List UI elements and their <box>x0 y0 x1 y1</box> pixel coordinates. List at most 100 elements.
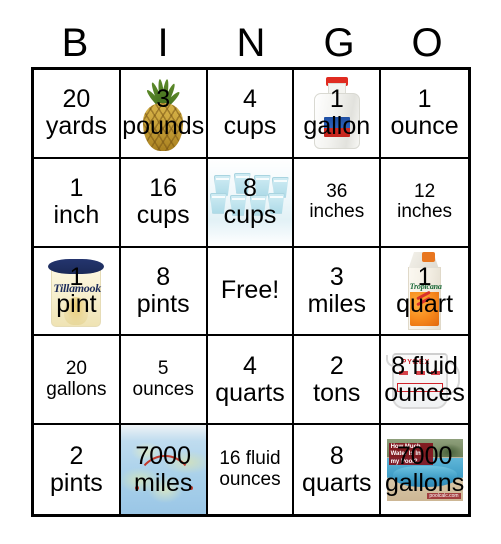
bingo-cell-text: 7000 gallons <box>383 441 466 497</box>
bingo-cell[interactable]: 3 pounds <box>120 70 208 159</box>
bingo-cell-number: 36 <box>326 180 348 202</box>
bingo-cell[interactable]: How Much Water Is In my Pool? poolcalc.co… <box>381 425 468 514</box>
bingo-cell-number: 8 <box>329 441 344 470</box>
bingo-cell-unit: inch <box>53 201 100 230</box>
bingo-cell[interactable]: Tillamook 1 pint <box>34 247 121 337</box>
bingo-cell[interactable]: 4 cups <box>207 70 295 159</box>
bingo-cell-unit: quarts <box>302 468 372 497</box>
bingo-header: BINGO <box>31 18 471 67</box>
bingo-cell-text: 20 yards <box>44 86 109 140</box>
bingo-cell-unit: ounces <box>132 378 194 400</box>
bingo-cell-number: 8 <box>243 174 257 203</box>
bingo-cell-text: 8 pints <box>135 262 192 318</box>
bingo-cell-number: 12 <box>414 180 436 202</box>
bingo-cell-number: 16 <box>149 174 178 203</box>
bingo-cell-unit: cups <box>223 201 277 230</box>
bingo-cell[interactable]: 1 inch <box>34 158 121 248</box>
bingo-cell[interactable]: 1 ounce <box>381 70 468 159</box>
bingo-cell-text: 1 ounce <box>389 86 461 140</box>
bingo-cell-unit: inches <box>309 201 365 223</box>
bingo-cell[interactable]: 20 gallons <box>34 336 121 426</box>
bingo-cell[interactable]: PYREX 8 fluid ounces <box>381 336 468 426</box>
bingo-cell-unit: quart <box>396 289 454 318</box>
bingo-cell-unit: miles <box>307 289 366 318</box>
bingo-cell-unit: ounces <box>384 378 465 407</box>
bingo-cell[interactable]: 20 yards <box>34 70 121 159</box>
bingo-cell[interactable]: 5 ounces <box>120 336 208 426</box>
bingo-header-letter-b: B <box>61 20 89 65</box>
bingo-cell-unit: miles <box>134 468 193 497</box>
bingo-cell-number: 3 <box>156 85 171 114</box>
bingo-cell[interactable]: 8 pints <box>120 247 208 337</box>
bingo-cell-text: 8 quarts <box>300 441 373 497</box>
bingo-cell-unit: ounce <box>390 112 459 141</box>
bingo-cell-number: 3 <box>329 262 344 291</box>
bingo-cell-unit: cups <box>136 201 190 230</box>
bingo-cell[interactable]: 16 cups <box>120 158 208 248</box>
bingo-cell-unit: yards <box>45 112 107 141</box>
bingo-cell[interactable]: 1 gallon <box>294 70 382 159</box>
bingo-cell-text: 1 gallon <box>301 86 372 140</box>
bingo-cell-free[interactable]: Free! <box>207 247 295 337</box>
bingo-cell-unit: pints <box>49 468 103 497</box>
bingo-cell[interactable]: 7000 miles <box>120 425 208 514</box>
bingo-cell-unit: cups <box>223 112 277 141</box>
bingo-cell-text: 1 quart <box>394 262 455 318</box>
bingo-cell[interactable]: 16 fluid ounces <box>207 425 295 514</box>
bingo-cell-text: Free! <box>219 277 281 304</box>
bingo-cell[interactable]: 2 pints <box>34 425 121 514</box>
bingo-cell[interactable]: 12 inches <box>381 158 468 248</box>
bingo-cell-unit: pint <box>56 289 97 318</box>
bingo-cell-unit: tons <box>313 378 361 407</box>
bingo-cell-unit: quarts <box>215 378 285 407</box>
bingo-cell-unit: ounces <box>219 468 281 490</box>
bingo-cell[interactable]: Tropicana 1 quart <box>381 247 468 337</box>
bingo-cell-text: 12 inches <box>395 180 454 223</box>
bingo-cell[interactable]: 2 tons <box>294 336 382 426</box>
bingo-cell-text: 1 pint <box>54 262 98 318</box>
bingo-cell-text: 2 tons <box>311 352 362 407</box>
free-space-label: Free! <box>220 276 280 305</box>
bingo-cell-text: 4 quarts <box>213 352 286 407</box>
bingo-cell-number: 7000 <box>135 441 191 470</box>
bingo-cell[interactable]: 36 inches <box>294 158 382 248</box>
bingo-cell-text: 16 cups <box>135 175 192 229</box>
bingo-cell-unit: inches <box>397 201 453 223</box>
bingo-cell-number: 7000 <box>396 441 453 470</box>
bingo-header-letter-g: G <box>323 20 355 65</box>
bingo-cell-text: 5 ounces <box>131 359 196 400</box>
bingo-cell-text: 2 pints <box>48 442 105 497</box>
bingo-cell-text: 4 cups <box>222 86 279 140</box>
bingo-cell[interactable]: 8 cups <box>207 158 295 248</box>
bingo-cell-number: 8 fluid <box>391 351 458 380</box>
bingo-cell-number: 1 <box>417 262 432 291</box>
bingo-cell-unit: pints <box>136 289 190 318</box>
bingo-cell[interactable]: 3 miles <box>294 247 382 337</box>
bingo-cell-number: 1 <box>69 174 84 203</box>
bingo-cell-number: 1 <box>69 262 84 291</box>
bingo-cell-number: 1 <box>329 85 344 114</box>
bingo-cell-number: 20 <box>65 358 87 380</box>
bingo-cell-text: 16 fluid ounces <box>217 449 282 490</box>
bingo-card: BINGO 20 yards 3 pounds 4 cups 1 gallon 1 ounce 1 i… <box>0 0 501 544</box>
bingo-cell-number: 1 <box>417 85 432 114</box>
bingo-header-letter-i: I <box>157 20 169 65</box>
bingo-cell-unit: gallons <box>46 378 107 400</box>
bingo-cell-number: 8 <box>156 262 171 291</box>
bingo-cell-text: 3 pounds <box>121 86 206 140</box>
bingo-grid: 20 yards 3 pounds 4 cups 1 gallon 1 ounce 1 inch 16 c… <box>31 67 471 517</box>
bingo-cell-unit: gallons <box>384 468 465 497</box>
bingo-cell-text: 8 cups <box>222 175 279 229</box>
bingo-cell[interactable]: 8 quarts <box>294 425 382 514</box>
bingo-cell-number: 20 <box>62 85 91 114</box>
bingo-cell-text: 36 inches <box>307 180 366 223</box>
bingo-cell-unit: gallon <box>303 112 371 141</box>
bingo-cell-unit: pounds <box>122 112 205 141</box>
bingo-header-letter-n: N <box>236 20 266 65</box>
bingo-cell-text: 7000 miles <box>132 441 194 497</box>
bingo-cell-number: 16 fluid <box>219 448 281 470</box>
bingo-cell-text: 3 miles <box>306 262 368 318</box>
bingo-cell-text: 8 fluid ounces <box>382 351 467 407</box>
bingo-cell-text: 1 inch <box>51 175 101 229</box>
bingo-cell[interactable]: 4 quarts <box>207 336 295 426</box>
